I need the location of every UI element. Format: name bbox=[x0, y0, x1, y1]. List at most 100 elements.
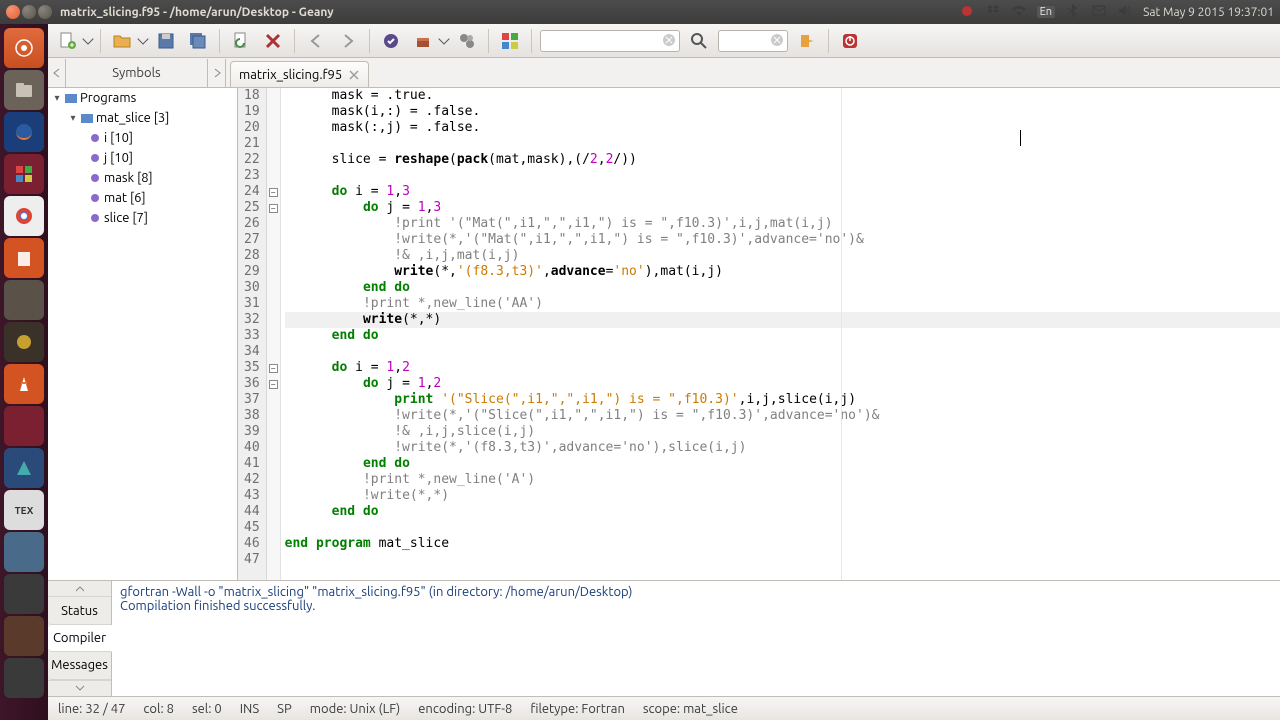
launcher-app8[interactable] bbox=[4, 616, 44, 656]
code-line[interactable] bbox=[285, 552, 1280, 568]
code-line[interactable]: !write(*,*) bbox=[285, 488, 1280, 504]
code-line[interactable]: write(*,*) bbox=[285, 312, 1280, 328]
clock[interactable]: Sat May 9 2015 19:37:01 bbox=[1143, 6, 1274, 19]
build-dropdown[interactable] bbox=[438, 33, 449, 44]
language-indicator[interactable]: En bbox=[1037, 6, 1055, 18]
code-line[interactable]: end do bbox=[285, 328, 1280, 344]
dropbox-icon[interactable] bbox=[985, 3, 1001, 22]
code-line[interactable]: end do bbox=[285, 280, 1280, 296]
fold-toggle[interactable]: − bbox=[269, 364, 278, 373]
messaging-icon[interactable] bbox=[1091, 3, 1107, 22]
code-line[interactable]: write(*,'(f8.3,t3)',advance='no'),mat(i,… bbox=[285, 264, 1280, 280]
code-line[interactable]: do i = 1,2 bbox=[285, 360, 1280, 376]
bluetooth-icon[interactable] bbox=[1065, 3, 1081, 22]
save-button[interactable] bbox=[153, 28, 179, 54]
goto-button[interactable] bbox=[794, 28, 820, 54]
msg-scroll-down[interactable] bbox=[48, 680, 111, 696]
code-line[interactable] bbox=[285, 344, 1280, 360]
search-input[interactable] bbox=[540, 30, 680, 52]
tree-var[interactable]: slice [7] bbox=[48, 208, 237, 228]
code-line[interactable]: !write(*,'("Mat(",i1,",",i1,") is = ",f1… bbox=[285, 232, 1280, 248]
execute-button[interactable] bbox=[454, 28, 480, 54]
clear-search-icon[interactable] bbox=[662, 33, 676, 47]
code-line[interactable]: mask(i,:) = .false. bbox=[285, 104, 1280, 120]
fold-toggle[interactable]: − bbox=[269, 380, 278, 389]
open-file-dropdown[interactable] bbox=[137, 33, 148, 44]
tab-messages[interactable]: Messages bbox=[48, 652, 111, 679]
code-line[interactable]: end program mat_slice bbox=[285, 536, 1280, 552]
code-line[interactable]: !print *,new_line('A') bbox=[285, 472, 1280, 488]
launcher-app4[interactable] bbox=[4, 406, 44, 446]
tab-status[interactable]: Status bbox=[48, 597, 111, 624]
launcher-app1[interactable] bbox=[4, 154, 44, 194]
tree-var[interactable]: i [10] bbox=[48, 128, 237, 148]
tree-root[interactable]: Programs bbox=[80, 91, 136, 105]
launcher-app2[interactable] bbox=[4, 280, 44, 320]
code-line[interactable] bbox=[285, 168, 1280, 184]
launcher-firefox[interactable] bbox=[4, 112, 44, 152]
window-close-button[interactable] bbox=[6, 5, 20, 19]
launcher-app7[interactable] bbox=[4, 574, 44, 614]
tree-var[interactable]: mat [6] bbox=[48, 188, 237, 208]
close-file-button[interactable] bbox=[260, 28, 286, 54]
code-line[interactable]: !write(*,'(f8.3,t3)',advance='no'),slice… bbox=[285, 440, 1280, 456]
code-line[interactable]: end do bbox=[285, 504, 1280, 520]
launcher-chrome[interactable] bbox=[4, 196, 44, 236]
tree-var[interactable]: j [10] bbox=[48, 148, 237, 168]
launcher-files[interactable] bbox=[4, 70, 44, 110]
sidebar-tab-symbols[interactable]: Symbols bbox=[66, 59, 208, 87]
symbols-tree[interactable]: ▾Programs ▾mat_slice [3] i [10]j [10]mas… bbox=[48, 88, 238, 580]
tree-program[interactable]: mat_slice [3] bbox=[96, 111, 169, 125]
record-icon[interactable] bbox=[959, 3, 975, 22]
new-file-button[interactable] bbox=[54, 28, 80, 54]
new-file-dropdown[interactable] bbox=[82, 33, 93, 44]
color-chooser-button[interactable] bbox=[497, 28, 523, 54]
fold-toggle[interactable]: − bbox=[269, 188, 278, 197]
code-line[interactable]: !& ,i,j,mat(i,j) bbox=[285, 248, 1280, 264]
find-button[interactable] bbox=[686, 28, 712, 54]
launcher-app3[interactable] bbox=[4, 322, 44, 362]
code-line[interactable]: mask = .true. bbox=[285, 88, 1280, 104]
compiler-output[interactable]: gfortran -Wall -o "matrix_slicing" "matr… bbox=[112, 581, 1280, 696]
nav-back-button[interactable] bbox=[303, 28, 329, 54]
code-line[interactable]: do j = 1,3 bbox=[285, 200, 1280, 216]
file-tab[interactable]: matrix_slicing.f95 bbox=[230, 61, 369, 87]
wifi-icon[interactable] bbox=[1011, 3, 1027, 22]
window-maximize-button[interactable] bbox=[38, 5, 52, 19]
fold-column[interactable]: − − − − bbox=[267, 88, 281, 580]
tab-compiler[interactable]: Compiler bbox=[48, 625, 112, 652]
code-line[interactable]: do i = 1,3 bbox=[285, 184, 1280, 200]
launcher-tex[interactable]: TEX bbox=[4, 490, 44, 530]
nav-forward-button[interactable] bbox=[335, 28, 361, 54]
code-line[interactable] bbox=[285, 136, 1280, 152]
code-line[interactable]: mask(:,j) = .false. bbox=[285, 120, 1280, 136]
sidebar-tab-prev[interactable] bbox=[48, 59, 66, 87]
launcher-app6[interactable] bbox=[4, 532, 44, 572]
code-editor[interactable]: 1819202122232425262728293031323334353637… bbox=[238, 88, 1280, 580]
msg-scroll-up[interactable] bbox=[48, 581, 111, 597]
compile-button[interactable] bbox=[378, 28, 404, 54]
code-line[interactable]: print '("Slice(",i1,",",i1,") is = ",f10… bbox=[285, 392, 1280, 408]
quit-button[interactable] bbox=[837, 28, 863, 54]
code-line[interactable]: slice = reshape(pack(mat,mask),(/2,2/)) bbox=[285, 152, 1280, 168]
tab-close-icon[interactable] bbox=[348, 69, 360, 81]
code-line[interactable]: !print '("Mat(",i1,",",i1,") is = ",f10.… bbox=[285, 216, 1280, 232]
code-line[interactable] bbox=[285, 520, 1280, 536]
code-line[interactable]: !& ,i,j,slice(i,j) bbox=[285, 424, 1280, 440]
fold-toggle[interactable]: − bbox=[269, 204, 278, 213]
reload-button[interactable] bbox=[228, 28, 254, 54]
clear-goto-icon[interactable] bbox=[770, 33, 784, 47]
launcher-vlc[interactable] bbox=[4, 364, 44, 404]
build-button[interactable] bbox=[410, 28, 436, 54]
launcher-app5[interactable] bbox=[4, 448, 44, 488]
code-line[interactable]: !print *,new_line('AA') bbox=[285, 296, 1280, 312]
tree-var[interactable]: mask [8] bbox=[48, 168, 237, 188]
sound-icon[interactable] bbox=[1117, 3, 1133, 22]
sidebar-tab-next[interactable] bbox=[208, 59, 226, 87]
save-all-button[interactable] bbox=[185, 28, 211, 54]
code-line[interactable]: !write(*,'("Slice(",i1,",",i1,") is = ",… bbox=[285, 408, 1280, 424]
launcher-dash[interactable] bbox=[4, 28, 44, 68]
open-file-button[interactable] bbox=[109, 28, 135, 54]
window-minimize-button[interactable] bbox=[22, 5, 36, 19]
launcher-software[interactable] bbox=[4, 238, 44, 278]
